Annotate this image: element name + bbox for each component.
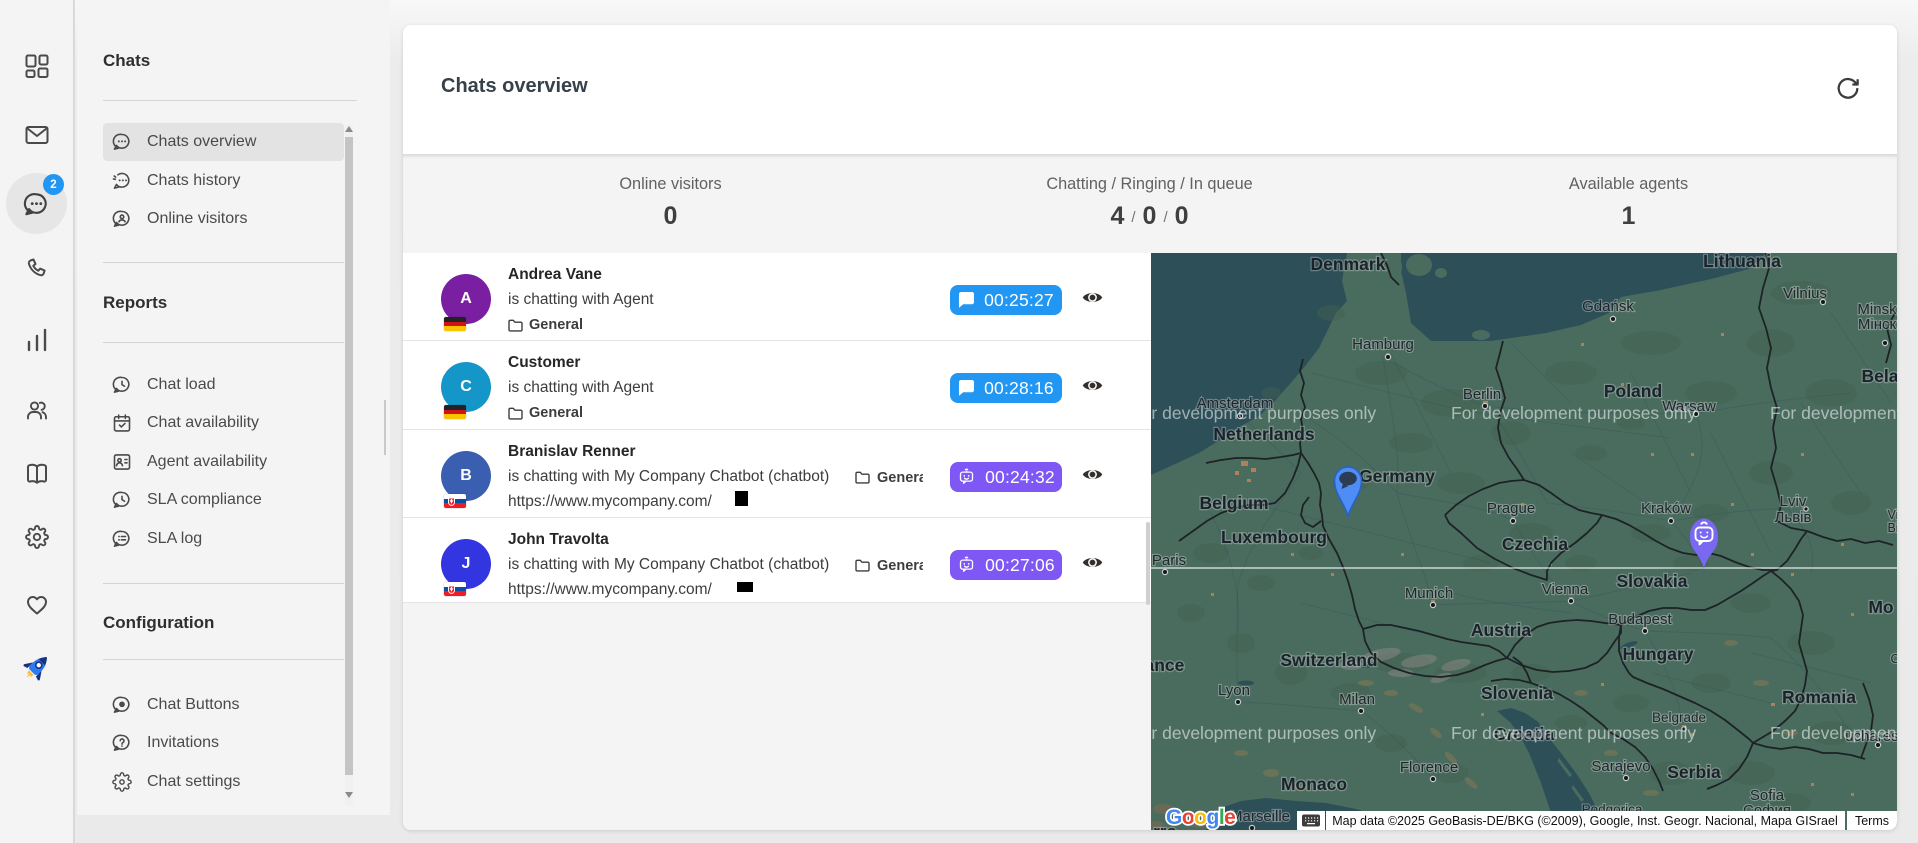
svg-text:Romania: Romania xyxy=(1782,687,1856,707)
svg-text:For development purposes only: For development purposes only xyxy=(1151,723,1376,743)
svg-text:Marseille: Marseille xyxy=(1230,808,1290,825)
svg-text:Mo: Mo xyxy=(1868,597,1893,617)
svg-text:Vienna: Vienna xyxy=(1542,581,1589,598)
svg-text:rance: rance xyxy=(1151,655,1185,675)
svg-text:Germany: Germany xyxy=(1359,466,1435,486)
svg-text:Terms: Terms xyxy=(1855,814,1889,828)
svg-text:Prague: Prague xyxy=(1487,500,1535,517)
svg-text:Netherlands: Netherlands xyxy=(1213,424,1314,444)
svg-text:Switzerland: Switzerland xyxy=(1280,650,1377,670)
svg-text:Vilnius: Vilnius xyxy=(1783,285,1827,302)
svg-text:Map data ©2025 GeoBasis-DE/BKG: Map data ©2025 GeoBasis-DE/BKG (©2009), … xyxy=(1332,814,1837,828)
svg-text:Budapest: Budapest xyxy=(1608,611,1672,628)
svg-text:Florence: Florence xyxy=(1400,759,1458,776)
svg-text:Slovenia: Slovenia xyxy=(1481,683,1553,703)
svg-text:Denmark: Denmark xyxy=(1311,254,1386,274)
svg-text:Poland: Poland xyxy=(1604,381,1662,401)
svg-text:For development purposes only: For development purposes only xyxy=(1451,403,1696,423)
svg-text:Sarajevo: Sarajevo xyxy=(1591,758,1650,775)
svg-text:Belgium: Belgium xyxy=(1199,493,1268,513)
svg-text:Milan: Milan xyxy=(1339,691,1375,708)
svg-text:Serbia: Serbia xyxy=(1667,762,1721,782)
svg-text:C: C xyxy=(1890,652,1897,666)
svg-text:Luxembourg: Luxembourg xyxy=(1221,527,1327,547)
svg-text:Czechia: Czechia xyxy=(1502,534,1568,554)
svg-text:Google: Google xyxy=(1166,806,1235,829)
svg-text:Monaco: Monaco xyxy=(1281,774,1347,794)
svg-text:Paris: Paris xyxy=(1152,552,1186,569)
svg-text:Hungary: Hungary xyxy=(1623,644,1694,664)
svg-text:Bi: Bi xyxy=(1887,521,1897,535)
svg-text:For development purposes only: For development purposes only xyxy=(1151,403,1376,423)
svg-text:Lviv: Lviv xyxy=(1780,493,1807,510)
svg-text:Vi: Vi xyxy=(1888,508,1897,522)
svg-text:Kraków: Kraków xyxy=(1641,500,1691,517)
svg-text:Lithuania: Lithuania xyxy=(1703,253,1781,271)
svg-text:Bela: Bela xyxy=(1862,366,1897,386)
svg-text:For development purposes only: For development purposes only xyxy=(1770,403,1897,423)
svg-text:Munich: Munich xyxy=(1405,585,1453,602)
svg-text:Gdańsk: Gdańsk xyxy=(1582,298,1634,315)
svg-text:Lyon: Lyon xyxy=(1218,682,1250,699)
svg-text:Slovakia: Slovakia xyxy=(1616,571,1687,591)
svg-text:Hamburg: Hamburg xyxy=(1352,336,1414,353)
svg-text:Berlin: Berlin xyxy=(1463,386,1501,403)
svg-text:For development purposes only: For development purposes only xyxy=(1451,723,1696,743)
svg-text:Austria: Austria xyxy=(1471,620,1532,640)
svg-text:Мінск: Мінск xyxy=(1858,316,1897,333)
svg-text:Львів: Львів xyxy=(1775,509,1812,526)
svg-text:For development purposes only: For development purposes only xyxy=(1770,723,1897,743)
